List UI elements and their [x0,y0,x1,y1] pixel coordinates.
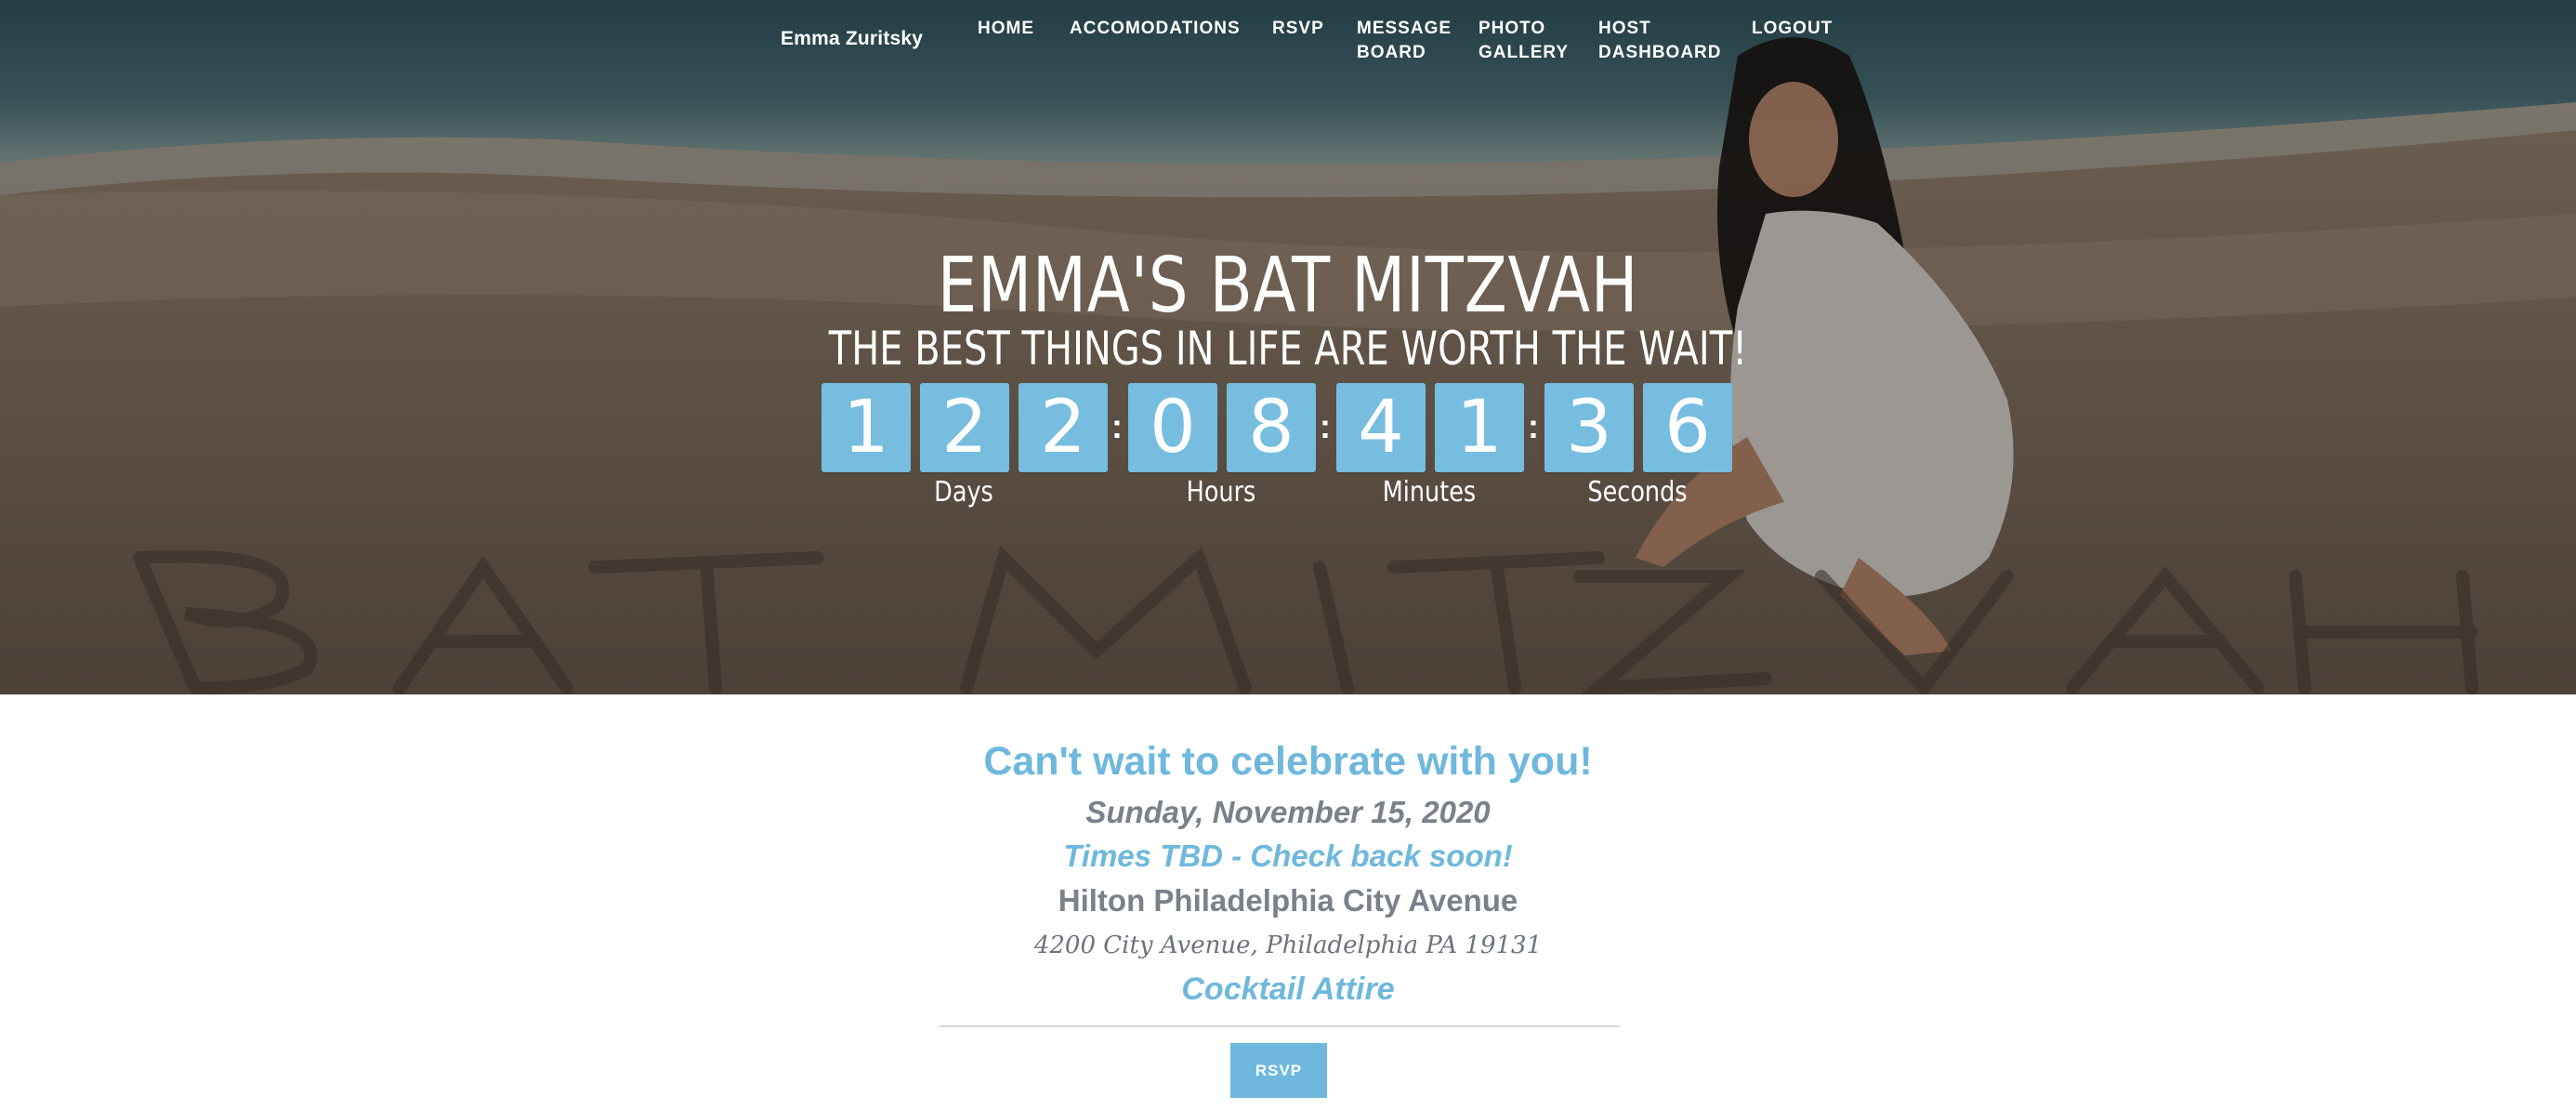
event-attire: Cocktail Attire [1181,971,1395,1007]
event-times: Times TBD - Check back soon! [1063,839,1513,873]
top-navigation: Emma Zuritsky HOME ACCOMODATIONS RSVP ME… [0,0,2576,84]
countdown-timer: 1 2 2 : 0 8 : 4 1 : 3 6 Days Hours Minut… [0,383,2576,513]
countdown-seconds-digit-2: 6 [1643,383,1732,472]
countdown-minutes-digit-2: 1 [1435,383,1524,472]
countdown-seconds-label: Seconds [1587,476,1688,509]
hero-subtitle: THE BEST THINGS IN LIFE ARE WORTH THE WA… [828,322,1748,376]
event-date: Sunday, November 15, 2020 [1085,795,1491,829]
countdown-days-digit-2: 2 [920,383,1009,472]
countdown-hours-digit-1: 0 [1128,383,1217,472]
countdown-days-label: Days [934,476,993,509]
details-headline: Can't wait to celebrate with you! [983,739,1593,784]
countdown-separator: : [1320,407,1331,445]
countdown-hours-digit-2: 8 [1227,383,1316,472]
countdown-hours-label: Hours [1186,476,1256,509]
nav-accomodations[interactable]: ACCOMODATIONS [1070,17,1241,41]
countdown-separator: : [1528,407,1539,445]
nav-photo-gallery[interactable]: PHOTO GALLERY [1479,17,1569,65]
rsvp-button[interactable]: RSVP [1230,1043,1327,1098]
hero-banner: Emma Zuritsky HOME ACCOMODATIONS RSVP ME… [0,0,2576,694]
nav-logout[interactable]: LOGOUT [1752,17,1833,41]
event-address: 4200 City Avenue, Philadelphia PA 19131 [1033,932,1543,959]
countdown-minutes-label: Minutes [1382,476,1477,509]
nav-rsvp[interactable]: RSVP [1272,17,1324,41]
brand-name[interactable]: Emma Zuritsky [781,28,923,50]
countdown-days-digit-3: 2 [1019,383,1108,472]
divider [940,1025,1620,1027]
event-venue: Hilton Philadelphia City Avenue [1058,883,1518,918]
countdown-seconds-digit-1: 3 [1544,383,1634,472]
hero-title: EMMA'S BAT MITZVAH [937,242,1639,330]
nav-home[interactable]: HOME [978,17,1034,41]
countdown-days-digit-1: 1 [821,383,911,472]
event-details: Can't wait to celebrate with you! Sunday… [0,694,2576,1110]
nav-host-dashboard[interactable]: HOST DASHBOARD [1598,17,1722,65]
countdown-minutes-digit-1: 4 [1336,383,1426,472]
countdown-separator: : [1111,407,1123,445]
nav-message-board[interactable]: MESSAGE BOARD [1357,17,1452,65]
